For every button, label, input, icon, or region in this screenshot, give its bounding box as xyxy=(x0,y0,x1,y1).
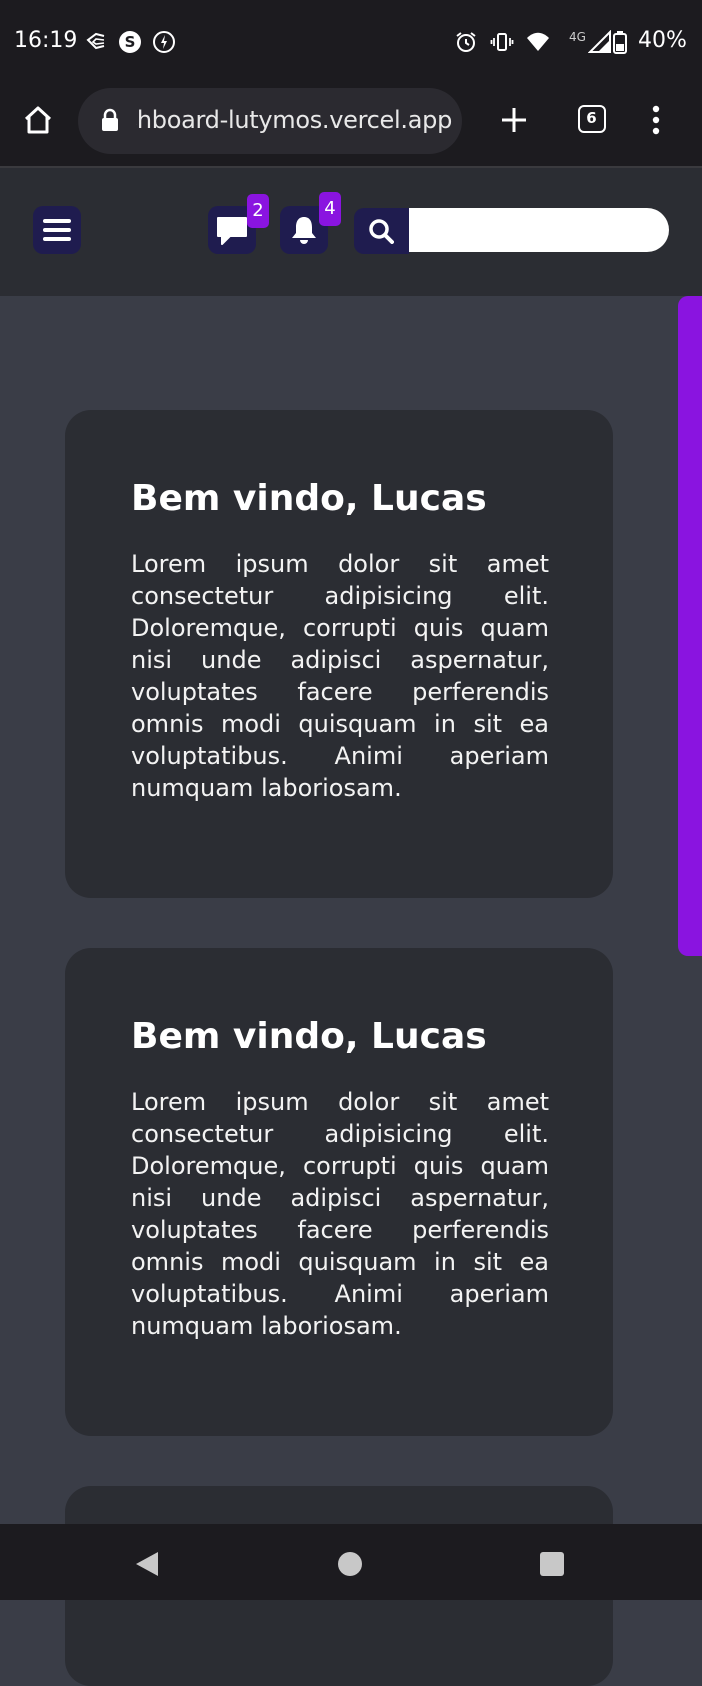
scrollbar-thumb[interactable] xyxy=(678,296,702,956)
app-header: 2 4 xyxy=(0,168,702,296)
shazam-icon: S xyxy=(119,31,141,53)
new-tab-icon[interactable] xyxy=(498,104,530,136)
notifications-badge: 4 xyxy=(319,192,341,226)
alarm-icon xyxy=(456,32,476,52)
vibrate-icon xyxy=(490,33,514,51)
home-icon[interactable] xyxy=(22,104,54,136)
welcome-card: Bem vindo, Lucas Lorem ipsum dolor sit a… xyxy=(65,948,613,1436)
address-bar[interactable]: shboard-lutymos.vercel.app xyxy=(78,88,462,154)
welcome-card: Bem vindo, Lucas Lorem ipsum dolor sit a… xyxy=(65,410,613,898)
search-input[interactable] xyxy=(409,208,669,252)
url-text: shboard-lutymos.vercel.app xyxy=(136,106,452,134)
email-sync-icon xyxy=(86,32,105,50)
status-time: 16:19 xyxy=(14,28,78,53)
home-nav-icon[interactable] xyxy=(338,1552,362,1576)
lock-icon xyxy=(102,108,118,131)
browser-toolbar: shboard-lutymos.vercel.app 6 xyxy=(0,86,702,166)
battery-icon xyxy=(613,31,627,54)
recents-icon[interactable] xyxy=(540,1552,564,1576)
card-body: Lorem ipsum dolor sit amet consectetur a… xyxy=(131,550,549,802)
card-title: Bem vindo, Lucas xyxy=(131,478,487,519)
card-title: Bem vindo, Lucas xyxy=(131,1016,487,1057)
search-icon xyxy=(369,219,394,244)
status-bar: 16:19 S 4G 40% xyxy=(0,0,702,86)
chat-bubble-icon xyxy=(217,217,247,245)
network-type: 4G xyxy=(569,30,586,44)
messages-badge: 2 xyxy=(247,194,269,228)
tab-count: 6 xyxy=(586,109,597,127)
battery-percentage: 40% xyxy=(638,28,687,53)
search-button[interactable] xyxy=(354,208,409,254)
sync-icon xyxy=(153,31,175,53)
tab-switcher-button[interactable]: 6 xyxy=(578,105,606,133)
svg-text:S: S xyxy=(125,33,136,51)
wifi-icon xyxy=(527,32,549,51)
menu-button[interactable] xyxy=(33,206,81,254)
system-nav-bar xyxy=(0,1524,702,1600)
card-body: Lorem ipsum dolor sit amet consectetur a… xyxy=(131,1088,549,1340)
signal-icon xyxy=(588,30,611,53)
back-icon[interactable] xyxy=(134,1550,160,1578)
more-menu-icon[interactable] xyxy=(644,104,668,136)
bell-icon xyxy=(292,217,316,244)
hamburger-icon xyxy=(43,219,71,241)
